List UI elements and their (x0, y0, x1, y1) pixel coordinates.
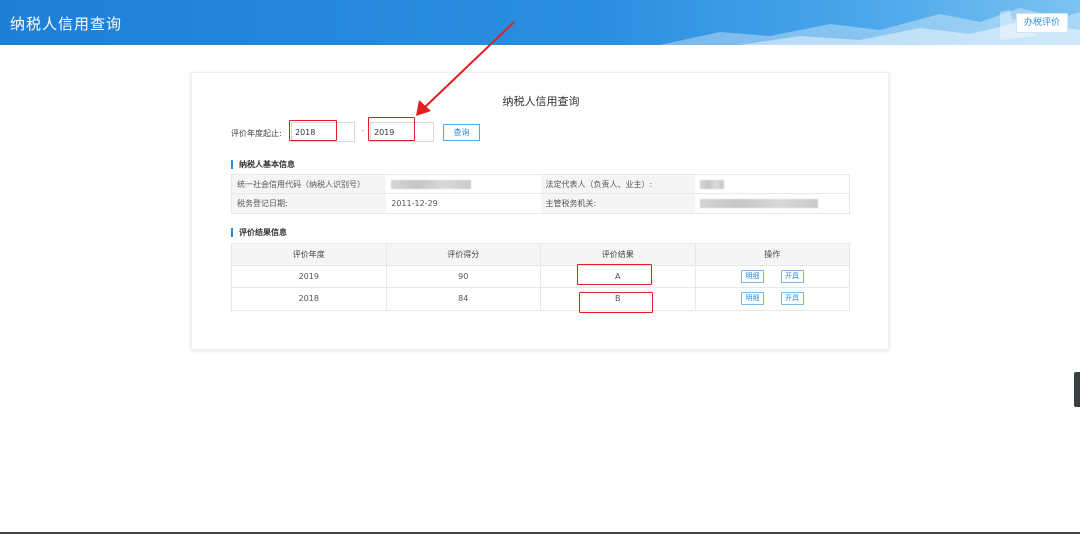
side-floating-widget[interactable] (1074, 372, 1080, 407)
table-row: 2018 84 B 明细 开具 (232, 288, 849, 310)
issue-certificate-button[interactable]: 开具 (780, 292, 804, 305)
tax-authority-label: 主管税务机关: (540, 194, 695, 213)
legal-rep-value (694, 175, 849, 193)
results-section-title: 评价结果信息 (231, 228, 287, 237)
redacted-value (699, 180, 724, 189)
row-year: 2018 (232, 288, 387, 310)
top-header-bar: 纳税人信用查询 办税评价 (0, 0, 1080, 45)
table-header-row: 评价年度 评价得分 评价结果 操作 (232, 244, 849, 266)
legal-rep-label: 法定代表人（负责人、业主）: (540, 175, 695, 193)
header-score: 评价得分 (387, 244, 541, 265)
year-range-label: 评价年度起止: (231, 129, 282, 138)
redacted-value (391, 180, 472, 189)
year-range-separator: - (361, 126, 364, 135)
row-score: 84 (387, 288, 541, 310)
year-to-input[interactable] (370, 122, 434, 142)
results-table: 评价年度 评价得分 评价结果 操作 2019 90 A 明细 开具 2018 8… (231, 243, 850, 311)
row-grade: A (541, 266, 696, 287)
row-score: 90 (387, 266, 541, 287)
row-actions: 明细 开具 (696, 266, 850, 287)
tax-authority-value (694, 194, 849, 213)
basic-info-grid: 统一社会信用代码（纳税人识别号） 法定代表人（负责人、业主）: 税务登记日期: … (231, 174, 850, 214)
query-button[interactable]: 查询 (443, 124, 480, 141)
detail-button[interactable]: 明细 (740, 292, 764, 305)
detail-button[interactable]: 明细 (740, 270, 764, 283)
header-actions: 操作 (764, 250, 781, 259)
registration-date-value: 2011-12-29 (386, 194, 541, 213)
row-grade: B (541, 288, 696, 310)
basic-info-section-title: 纳税人基本信息 (231, 160, 295, 169)
app-title: 纳税人信用查询 (10, 15, 123, 33)
credit-query-card: 纳税人信用查询 评价年度起止: - 查询 纳税人基本信息 统一社会信用代码（纳税… (191, 72, 889, 350)
info-row: 统一社会信用代码（纳税人识别号） 法定代表人（负责人、业主）: (232, 175, 849, 194)
info-row: 税务登记日期: 2011-12-29 主管税务机关: (232, 194, 849, 213)
table-row: 2019 90 A 明细 开具 (232, 266, 849, 288)
row-actions: 明细 开具 (696, 288, 850, 310)
issue-certificate-button[interactable]: 开具 (780, 270, 804, 283)
credit-code-value (386, 175, 541, 193)
header-year: 评价年度 (232, 244, 387, 265)
redacted-value (699, 199, 818, 208)
credit-code-label: 统一社会信用代码（纳税人识别号） (232, 175, 387, 193)
year-from-input[interactable] (291, 122, 355, 142)
card-title: 纳税人信用查询 (502, 95, 580, 108)
header-grade: 评价结果 (541, 244, 696, 265)
row-year: 2019 (232, 266, 387, 287)
registration-date-label: 税务登记日期: (232, 194, 387, 213)
tax-evaluation-button[interactable]: 办税评价 (1016, 13, 1068, 33)
